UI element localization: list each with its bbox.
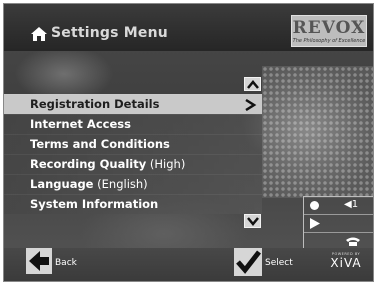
back-label: Back	[55, 258, 77, 268]
menu-item-registration-details[interactable]: Registration Details	[4, 94, 262, 114]
volume-indicator: ◀1	[344, 199, 359, 210]
chevron-right-icon	[245, 99, 257, 111]
brand-name: REVOX	[292, 18, 366, 38]
settings-menu-list: Registration Details Internet Access Ter…	[4, 94, 262, 214]
decorative-texture	[262, 66, 373, 198]
menu-item-value: (High)	[146, 157, 186, 171]
record-icon	[310, 201, 319, 210]
menu-item-label: Internet Access	[30, 117, 131, 131]
select-button[interactable]: Select	[234, 248, 296, 276]
brand-tagline: The Philosophy of Excellence	[292, 38, 366, 44]
status-row-record: ◀1	[304, 197, 373, 215]
back-button[interactable]: Back	[26, 248, 86, 276]
menu-item-value: (English)	[93, 177, 148, 191]
settings-screen: Settings Menu REVOX The Philosophy of Ex…	[3, 3, 374, 282]
xiva-logo: POWERED BY XiVA	[326, 252, 366, 274]
footer-bar: Back Select POWERED BY XiVA	[4, 248, 373, 281]
menu-item-label: Terms and Conditions	[30, 137, 170, 151]
menu-item-internet-access[interactable]: Internet Access	[4, 114, 262, 134]
status-row-play	[304, 215, 373, 233]
menu-item-recording-quality[interactable]: Recording Quality (High)	[4, 154, 262, 174]
menu-item-label: Language	[30, 177, 94, 191]
back-arrow-icon	[26, 248, 52, 274]
menu-item-terms-and-conditions[interactable]: Terms and Conditions	[4, 134, 262, 154]
select-label: Select	[265, 258, 293, 268]
menu-item-language[interactable]: Language (English)	[4, 174, 262, 194]
checkmark-icon	[234, 248, 262, 276]
scroll-down-button[interactable]	[244, 214, 261, 228]
chevron-up-icon	[247, 80, 259, 89]
xiva-name: XiVA	[330, 256, 362, 270]
play-icon	[310, 218, 320, 229]
revox-logo: REVOX The Philosophy of Excellence	[291, 15, 367, 47]
home-icon	[31, 27, 47, 41]
menu-item-label: System Information	[30, 197, 159, 211]
phone-icon	[346, 237, 360, 246]
page-title: Settings Menu	[51, 25, 168, 41]
menu-item-system-information[interactable]: System Information	[4, 194, 262, 214]
status-panel: ◀1	[303, 196, 373, 253]
menu-item-label: Registration Details	[30, 97, 160, 111]
header-bar: Settings Menu REVOX The Philosophy of Ex…	[4, 4, 373, 51]
menu-item-label: Recording Quality	[30, 157, 147, 171]
scroll-up-button[interactable]	[244, 77, 261, 91]
chevron-down-icon	[247, 217, 259, 226]
